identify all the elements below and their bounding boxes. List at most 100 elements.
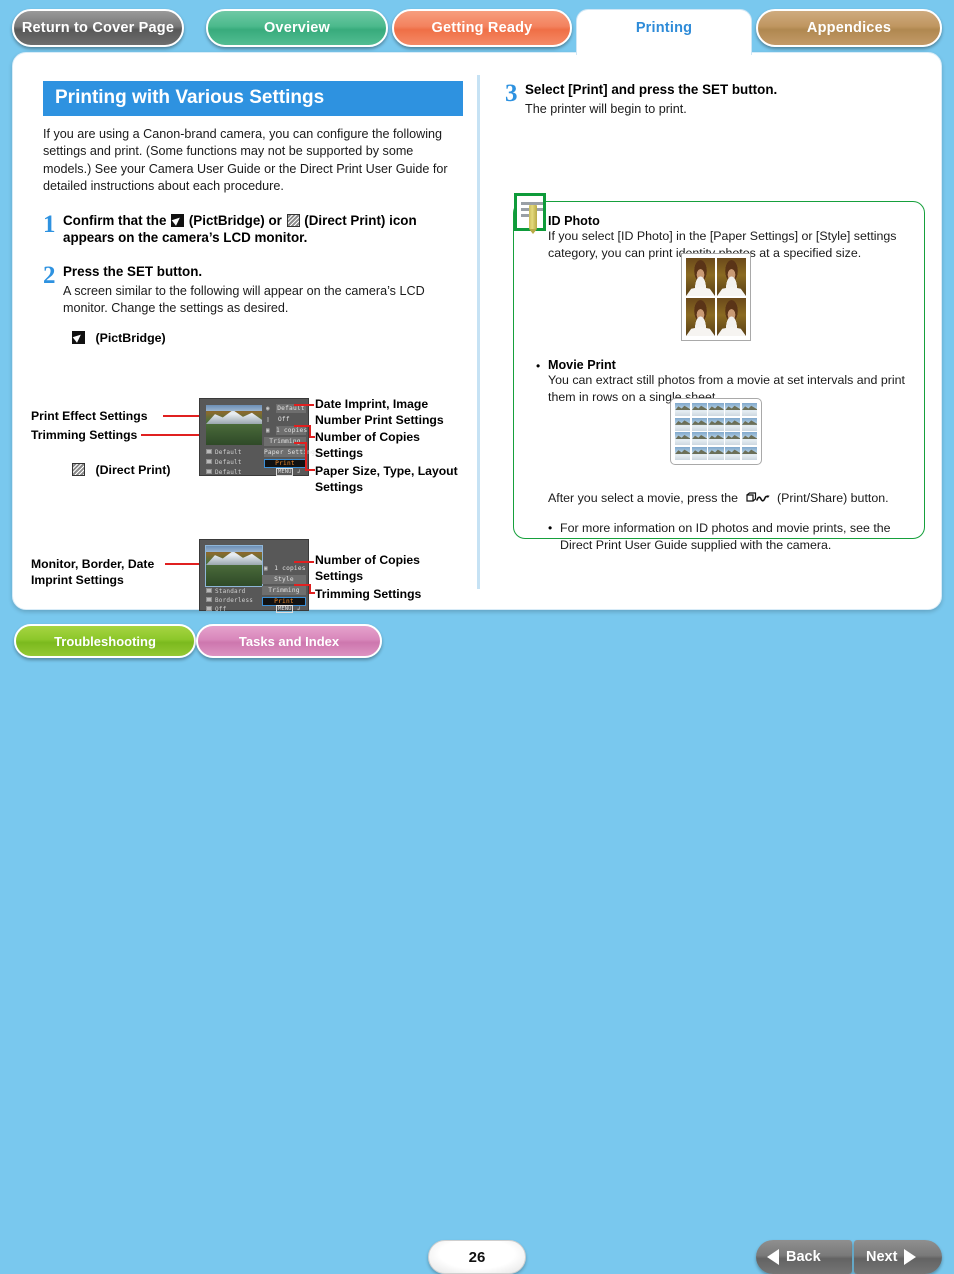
note-footnote: • For more information on ID photos and …: [536, 520, 906, 554]
callout-number-of-copies-settings-dp: Number of Copies Settings: [315, 553, 420, 583]
lcd-row-trimming[interactable]: Trimming: [262, 586, 306, 595]
note-item-title: Movie Print: [548, 358, 616, 373]
step-2-subtext: A screen similar to the following will a…: [63, 283, 425, 315]
step-number: 1: [43, 210, 56, 238]
print-share-text-a: After you select a movie, press the: [548, 491, 739, 506]
movie-frame: [675, 432, 691, 446]
right-column: 3 Select [Print] and press the SET butto…: [505, 81, 925, 118]
movie-frame: [675, 417, 691, 431]
tab-appendices[interactable]: Appendices: [756, 9, 942, 47]
chevron-right-icon: [904, 1249, 917, 1265]
movie-frame: [741, 417, 757, 431]
print-share-text-b: (Print/Share) button.: [776, 491, 889, 506]
pictbridge-icon: [72, 331, 85, 345]
leader-line: [294, 561, 314, 563]
movie-frame: [691, 417, 707, 431]
leader-line: [305, 469, 315, 471]
step-3: 3 Select [Print] and press the SET butto…: [505, 81, 925, 118]
back-button[interactable]: Back: [756, 1240, 852, 1274]
tasks-and-index-button[interactable]: Tasks and Index: [196, 624, 382, 658]
tab-printing[interactable]: Printing: [576, 9, 752, 55]
lcd-left-row: Standard: [206, 588, 246, 595]
lcd-row-copies[interactable]: 1 copies: [276, 426, 307, 435]
movie-frame: [725, 446, 741, 460]
movie-frame: [725, 403, 741, 417]
lcd-photo-thumbnail: [206, 405, 262, 445]
lcd-row-style[interactable]: Style: [262, 575, 306, 584]
bottom-navigation-bar: Troubleshooting Tasks and Index 26 Back …: [0, 612, 954, 1274]
page-content-panel: Printing with Various Settings If you ar…: [12, 52, 942, 613]
step-3-heading: Select [Print] and press the SET button.: [525, 82, 778, 97]
movie-print-sample-sheet: [670, 398, 762, 465]
id-photo-thumbnail: [686, 298, 715, 336]
leader-line: [165, 563, 199, 565]
movie-frame: [725, 432, 741, 446]
direct-print-icon: [286, 213, 300, 227]
movie-frame: [691, 432, 707, 446]
page-title: Printing with Various Settings: [43, 81, 463, 116]
movie-frame: [741, 446, 757, 460]
callout-trimming-settings-dp: Trimming Settings: [315, 587, 422, 601]
leader-line: [294, 584, 310, 586]
leader-line: [305, 442, 307, 470]
movie-frame: [741, 432, 757, 446]
tab-label: Return to Cover Page: [21, 20, 175, 36]
pictbridge-icon: [171, 213, 185, 227]
movie-frame: [708, 417, 724, 431]
leader-line: [141, 434, 199, 436]
leader-line: [309, 436, 315, 438]
tab-label: Overview: [263, 20, 331, 36]
step-2: 2 Press the SET button. A screen similar…: [43, 263, 463, 317]
lcd-row-off[interactable]: Off: [276, 415, 306, 424]
bullet-icon: •: [548, 520, 553, 535]
movie-frame: [675, 446, 691, 460]
button-label: Troubleshooting: [54, 633, 156, 649]
movie-frame: [741, 403, 757, 417]
print-share-instruction: After you select a movie, press the (Pri…: [536, 490, 906, 507]
note-memo-icon: [514, 193, 546, 234]
leader-line: [294, 425, 310, 427]
top-tab-bar: Return to Cover Page Overview Getting Re…: [0, 0, 954, 55]
step-1: 1 Confirm that the (PictBridge) or (Dire…: [43, 210, 463, 247]
page-number-value: 26: [468, 1248, 486, 1266]
step-1-heading: Confirm that the (PictBridge) or (Direct…: [63, 212, 463, 247]
mode-label-pictbridge: (PictBridge): [71, 331, 463, 345]
step-1-text-b: (PictBridge) or: [185, 212, 286, 228]
step-3-subtext: The printer will begin to print.: [525, 101, 687, 116]
lcd-left-row: Default: [206, 459, 242, 466]
leader-line: [163, 415, 199, 417]
note-footnote-text: For more information on ID photos and mo…: [560, 520, 891, 552]
leader-line: [294, 404, 314, 406]
lcd-mockup-directprint: Standard Borderless Off ▣ 1 copies Style…: [199, 539, 309, 613]
movie-frame: [708, 446, 724, 460]
tab-overview[interactable]: Overview: [206, 9, 388, 47]
mode-label-text: (Direct Print): [95, 463, 171, 478]
tab-label: Appendices: [806, 20, 892, 36]
movie-frame: [691, 446, 707, 460]
copies-icon: ▣: [266, 427, 270, 434]
print-share-icon: [745, 492, 771, 505]
movie-frame: [675, 403, 691, 417]
id-photo-thumbnail: [717, 258, 746, 296]
movie-frame: [708, 432, 724, 446]
date-imprint-icon: ◉: [266, 405, 270, 412]
button-label: Next: [866, 1249, 898, 1265]
callout-date-imprint-settings: Date Imprint, Image Number Print Setting…: [315, 397, 444, 427]
troubleshooting-button[interactable]: Troubleshooting: [14, 624, 196, 658]
bullet-icon: •: [536, 359, 541, 374]
page-number-indicator: 26: [428, 1240, 526, 1274]
lcd-left-row: Default: [206, 449, 242, 456]
tab-getting-ready[interactable]: Getting Ready: [392, 9, 572, 47]
mode-label-text: (PictBridge): [95, 331, 166, 346]
callout-number-of-copies-settings: Number of Copies Settings: [315, 430, 420, 460]
lcd-print-button[interactable]: Print: [264, 459, 306, 468]
lcd-row-paper-settings[interactable]: Paper Settings: [264, 448, 319, 457]
note-box: • ID Photo If you select [ID Photo] in t…: [513, 201, 925, 552]
lcd-mockup-pictbridge: Default Default Default ◉ Default ▯ Off …: [199, 398, 319, 476]
tab-return-to-cover-page[interactable]: Return to Cover Page: [12, 9, 184, 47]
lcd-row-copies[interactable]: 1 copies: [274, 564, 306, 573]
callout-print-effect-settings: Print Effect Settings: [31, 409, 148, 423]
column-divider: [477, 75, 480, 589]
next-button[interactable]: Next: [854, 1240, 942, 1274]
lcd-left-row: Borderless: [206, 597, 253, 604]
